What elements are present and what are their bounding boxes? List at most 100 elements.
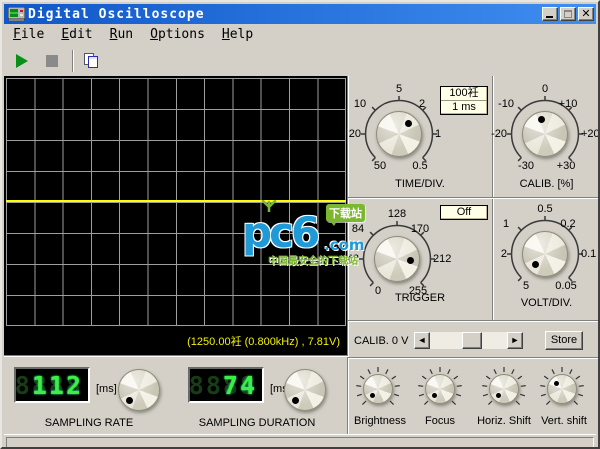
minimize-icon xyxy=(546,16,553,18)
readout-samples: 100衽 xyxy=(449,87,479,99)
scroll-right-button[interactable]: ► xyxy=(507,332,523,349)
tick-label: 0.1 xyxy=(581,248,597,260)
focus-label: Focus xyxy=(425,415,455,427)
tick-label: 84 xyxy=(351,223,365,235)
volt-div-knob[interactable] xyxy=(522,231,568,277)
measurement-readout: (1250.00衽 (0.800kHz) , 7.81V) xyxy=(187,336,340,348)
tick-label: 128 xyxy=(387,208,407,220)
tick-label: 0.5 xyxy=(537,203,553,215)
status-field xyxy=(6,437,594,447)
menu-file[interactable]: File xyxy=(5,25,53,44)
calib-scrollbar[interactable]: ◄ ► xyxy=(414,332,523,349)
tick-label: 2 xyxy=(500,248,507,260)
trigger-label: TRIGGER xyxy=(394,292,446,304)
maximize-button[interactable] xyxy=(560,7,576,21)
brightness-knob-group xyxy=(354,365,402,413)
vert-shift-knob[interactable] xyxy=(547,374,577,404)
tick-label: 20 xyxy=(348,128,361,140)
sampling-duration-value: 74 xyxy=(222,371,257,400)
knob-indicator xyxy=(538,116,545,123)
knob-indicator xyxy=(432,393,437,398)
stop-icon xyxy=(46,54,58,67)
horiz-shift-knob[interactable] xyxy=(489,374,519,404)
sampling-duration-knob[interactable] xyxy=(284,369,326,411)
close-icon: ✕ xyxy=(581,7,591,20)
minimize-button[interactable] xyxy=(542,7,558,21)
readout-trigger-state: Off xyxy=(456,206,472,218)
tick-label: 0.5 xyxy=(412,160,428,172)
app-icon xyxy=(8,7,25,21)
tick-label: 5 xyxy=(395,83,403,95)
copy-icon xyxy=(84,52,100,69)
menu-bar: File Edit Run Options Help xyxy=(4,24,596,45)
tick-label: 0 xyxy=(541,83,549,95)
tick-label: 1 xyxy=(502,218,510,230)
focus-knob[interactable] xyxy=(425,374,455,404)
tick-label: 10 xyxy=(353,98,367,110)
tick-label: -10 xyxy=(498,98,514,110)
sampling-duration-knob-group xyxy=(284,369,326,411)
tick-label: 170 xyxy=(410,223,430,235)
brightness-knob[interactable] xyxy=(363,374,393,404)
run-button[interactable] xyxy=(10,49,34,73)
scroll-left-button[interactable]: ◄ xyxy=(414,332,430,349)
store-button[interactable]: Store xyxy=(545,331,583,350)
menu-options[interactable]: Options xyxy=(142,25,214,44)
scroll-left-icon: ◄ xyxy=(417,335,427,345)
focus-knob-group xyxy=(416,365,464,413)
oscilloscope-screen: (1250.00衽 (0.800kHz) , 7.81V) xyxy=(4,76,348,355)
scrollbar-thumb[interactable] xyxy=(462,332,482,349)
vert-shift-label: Vert. shift xyxy=(541,415,587,427)
tick-label: 50 xyxy=(373,160,387,172)
volt-div-label: VOLT/DIV. xyxy=(520,297,573,309)
menu-help[interactable]: Help xyxy=(214,25,262,44)
tick-label: -20 xyxy=(491,128,507,140)
sampling-rate-display: 8888 112 xyxy=(14,367,90,403)
toolbar-separator xyxy=(72,49,74,72)
readout-timebase: 1 ms xyxy=(441,100,487,113)
divider xyxy=(348,357,598,358)
sampling-duration-label: SAMPLING DURATION xyxy=(198,417,316,429)
close-button[interactable]: ✕ xyxy=(578,7,594,21)
copy-button[interactable] xyxy=(80,49,104,73)
scrollbar-track[interactable] xyxy=(430,332,507,349)
knob-indicator xyxy=(496,393,501,398)
menu-edit[interactable]: Edit xyxy=(53,25,101,44)
sampling-rate-knob[interactable] xyxy=(118,369,160,411)
sampling-rate-value: 112 xyxy=(31,371,83,400)
tick-label: 212 xyxy=(433,253,452,265)
knob-indicator xyxy=(554,381,559,386)
stop-button[interactable] xyxy=(40,49,64,73)
tick-label: 0.05 xyxy=(555,280,577,292)
knob-indicator xyxy=(292,397,299,404)
calib-pct-knob[interactable] xyxy=(522,111,568,157)
tick-label: 1 xyxy=(435,128,442,140)
signal-trace xyxy=(6,200,346,202)
knob-indicator xyxy=(370,393,375,398)
title-bar[interactable]: Digital Oscilloscope ✕ xyxy=(4,4,596,24)
tick-label: +30 xyxy=(556,160,576,172)
sampling-rate-unit: [ms] xyxy=(96,383,117,395)
tick-label: 0.2 xyxy=(560,218,576,230)
sampling-panel: 8888 112 [ms] 8888 74 [ms] SAMPLING RATE… xyxy=(4,355,348,434)
trigger-readout: Off xyxy=(440,205,488,220)
screen-grid xyxy=(6,78,346,326)
time-div-readout: 100衽 1 ms xyxy=(440,86,488,115)
window-title: Digital Oscilloscope xyxy=(28,6,205,22)
time-div-knob[interactable] xyxy=(376,111,422,157)
vert-shift-knob-group xyxy=(538,365,586,413)
volt-div-knob-group: 5 2 1 0.5 0.2 0.1 0.05 xyxy=(483,203,598,304)
toolbar xyxy=(4,45,596,76)
sampling-duration-display: 8888 74 xyxy=(188,367,264,403)
trigger-knob[interactable] xyxy=(374,236,420,282)
scroll-right-icon: ► xyxy=(510,335,520,345)
tick-label: 5 xyxy=(522,280,530,292)
sampling-rate-knob-group xyxy=(118,369,160,411)
menu-run[interactable]: Run xyxy=(102,25,142,44)
app-window: Digital Oscilloscope ✕ File Edit Run Opt… xyxy=(0,0,600,449)
horiz-shift-knob-group xyxy=(480,365,528,413)
tick-label: +20 xyxy=(581,128,600,140)
divider xyxy=(348,197,598,198)
sampling-rate-label: SAMPLING RATE xyxy=(44,417,134,429)
status-bar xyxy=(4,434,596,447)
